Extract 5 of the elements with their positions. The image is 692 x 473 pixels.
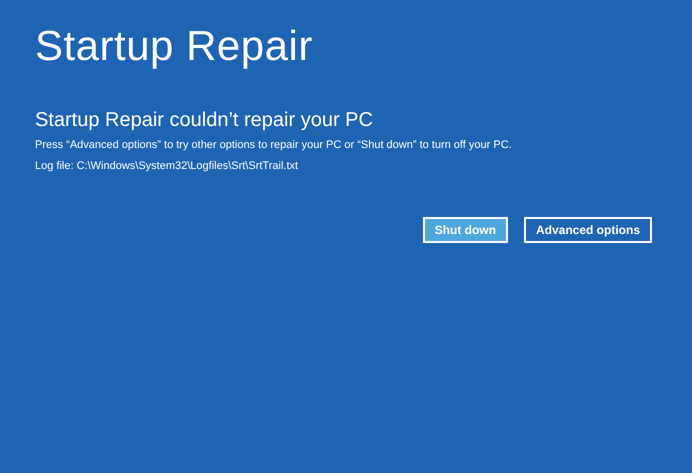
log-file-path: Log file: C:\Windows\System32\Logfiles\Srt\SrtTrail.txt [35, 159, 300, 174]
page-title: Startup Repair [35, 21, 314, 71]
advanced-options-button[interactable]: Advanced options [524, 217, 652, 243]
instruction-text: Press “Advanced options” to try other options to repair your PC or “Shut down” to turn off your PC. [35, 138, 513, 153]
error-heading: Startup Repair couldn’t repair your PC [35, 108, 374, 132]
